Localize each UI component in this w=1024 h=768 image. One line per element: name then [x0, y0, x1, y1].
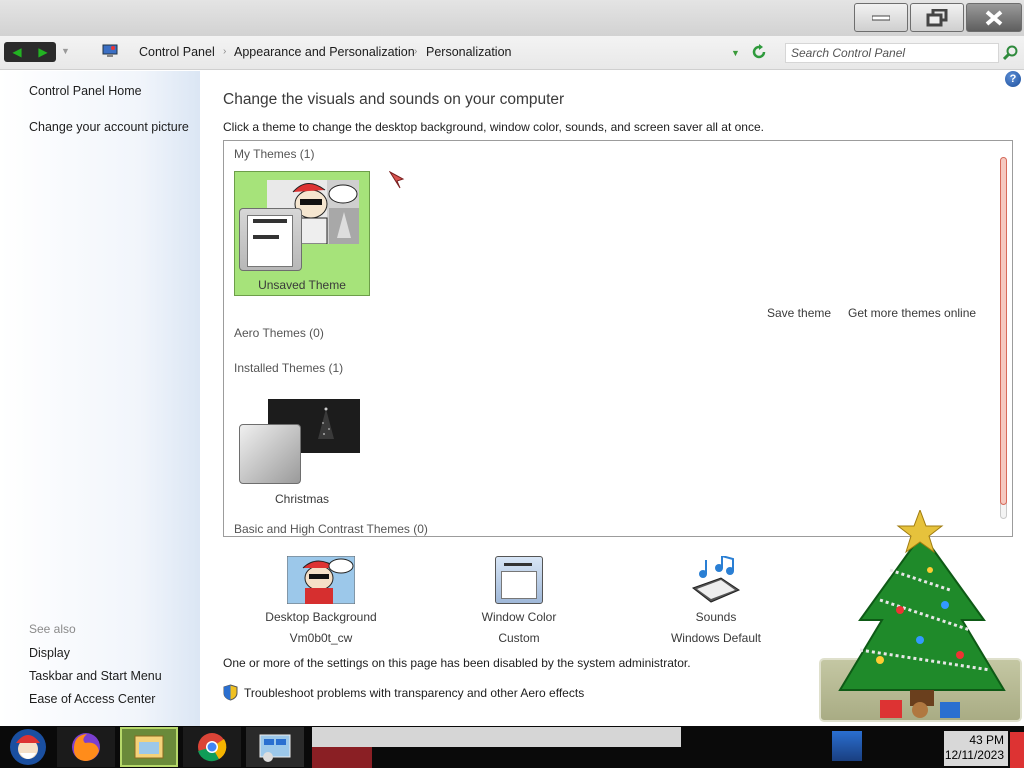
christmas-window-color-thumbnail	[239, 424, 301, 484]
close-icon	[985, 9, 1003, 26]
breadcrumb-separator[interactable]: ›	[414, 46, 417, 57]
sounds-setting[interactable]: Sounds Windows Default	[656, 556, 776, 645]
desktop-background-label: Desktop Background	[265, 610, 377, 624]
window-color-label: Window Color	[481, 610, 557, 624]
sounds-label: Sounds	[695, 610, 737, 624]
control-panel-taskbar-button[interactable]	[246, 727, 304, 767]
clock-time: 43 PM	[969, 733, 1004, 747]
chrome-icon	[198, 733, 227, 762]
page-title: Change the visuals and sounds on your co…	[223, 91, 565, 108]
explorer-icon	[134, 735, 164, 759]
sidebar-link-account-picture[interactable]: Change your account picture	[29, 120, 189, 134]
desktop-background-value: Vm0b0t_cw	[289, 631, 353, 645]
clock-date: 12/11/2023	[944, 748, 1004, 762]
mouse-cursor	[389, 171, 405, 189]
themes-list: My Themes (1) Unsaved Theme Save theme G…	[223, 140, 1013, 537]
address-bar: ◀ ▶ ▼ Control Panel › Appearance and Per…	[0, 36, 1024, 70]
sounds-icon	[691, 556, 741, 603]
tray-icon[interactable]	[832, 731, 862, 761]
window-color-setting[interactable]: Window Color Custom	[460, 556, 578, 645]
group-aero-themes: Aero Themes (0)	[234, 326, 324, 340]
group-my-themes: My Themes (1)	[234, 147, 315, 161]
start-icon[interactable]	[6, 727, 50, 767]
breadcrumb-control-panel[interactable]: Control Panel	[139, 45, 215, 59]
see-also-heading: See also	[29, 622, 76, 636]
troubleshoot-link[interactable]: Troubleshoot problems with transparency …	[244, 686, 584, 700]
save-theme-link[interactable]: Save theme	[767, 306, 831, 320]
sounds-value: Windows Default	[670, 631, 762, 645]
window-color-icon	[495, 556, 543, 604]
get-more-themes-link[interactable]: Get more themes online	[848, 306, 976, 320]
firefox-taskbar-button[interactable]	[57, 727, 115, 767]
refresh-icon[interactable]	[751, 44, 767, 60]
chrome-taskbar-button[interactable]	[183, 727, 241, 767]
navigation-buttons: ◀ ▶	[4, 42, 56, 62]
group-installed-themes: Installed Themes (1)	[234, 361, 344, 375]
search-icon[interactable]	[1003, 45, 1019, 61]
see-also-link-ease-of-access[interactable]: Ease of Access Center	[29, 692, 155, 706]
recent-pages-dropdown[interactable]: ▼	[61, 46, 70, 56]
theme-label-unsaved: Unsaved Theme	[258, 278, 346, 292]
restore-button[interactable]	[910, 3, 964, 32]
show-desktop-button[interactable]	[1010, 732, 1024, 768]
sidebar-link-control-panel-home[interactable]: Control Panel Home	[29, 84, 142, 98]
window-color-thumbnail	[239, 208, 302, 271]
minimize-button[interactable]	[854, 3, 908, 32]
breadcrumb-separator[interactable]: ›	[223, 46, 226, 57]
search-input[interactable]: Search Control Panel	[785, 43, 999, 63]
breadcrumb-appearance[interactable]: Appearance and Personalization	[234, 45, 415, 59]
desktop-background-setting[interactable]: Desktop Background Vm0b0t_cw	[258, 556, 384, 645]
desktop-background-icon	[287, 556, 355, 604]
address-dropdown-icon[interactable]: ▼	[731, 48, 740, 58]
forward-arrow-icon[interactable]: ▶	[30, 42, 56, 62]
control-panel-taskbar-icon	[259, 734, 291, 762]
see-also-link-taskbar[interactable]: Taskbar and Start Menu	[29, 669, 162, 683]
admin-notice: One or more of the settings on this page…	[223, 656, 691, 670]
title-bar	[0, 0, 1024, 36]
restore-icon	[926, 8, 948, 26]
back-arrow-icon[interactable]: ◀	[4, 42, 30, 62]
help-icon[interactable]: ?	[1005, 71, 1021, 87]
breadcrumb-personalization[interactable]: Personalization	[426, 45, 511, 59]
theme-label-christmas: Christmas	[274, 492, 329, 506]
christmas-tree-gadget[interactable]	[820, 510, 1024, 726]
theme-tile-unsaved[interactable]: Unsaved Theme	[234, 171, 370, 296]
page-subtitle: Click a theme to change the desktop back…	[223, 120, 764, 134]
firefox-icon	[72, 733, 100, 761]
see-also-link-display[interactable]: Display	[29, 646, 70, 660]
shield-icon	[223, 684, 238, 701]
window-color-value: Custom	[498, 631, 540, 645]
taskbar-gray-area	[312, 727, 681, 747]
close-button[interactable]	[966, 3, 1022, 32]
sidebar: Control Panel Home Change your account p…	[0, 71, 200, 726]
group-basic-themes: Basic and High Contrast Themes (0)	[234, 522, 428, 536]
scrollbar-thumb[interactable]	[1000, 157, 1007, 505]
minimize-icon	[872, 15, 890, 20]
taskbar-clock[interactable]: 43 PM 12/11/2023	[944, 731, 1008, 766]
theme-tile-christmas[interactable]: Christmas	[234, 391, 370, 516]
control-panel-icon	[102, 44, 118, 57]
taskbar-segment	[312, 747, 372, 768]
explorer-taskbar-button[interactable]	[120, 727, 178, 767]
